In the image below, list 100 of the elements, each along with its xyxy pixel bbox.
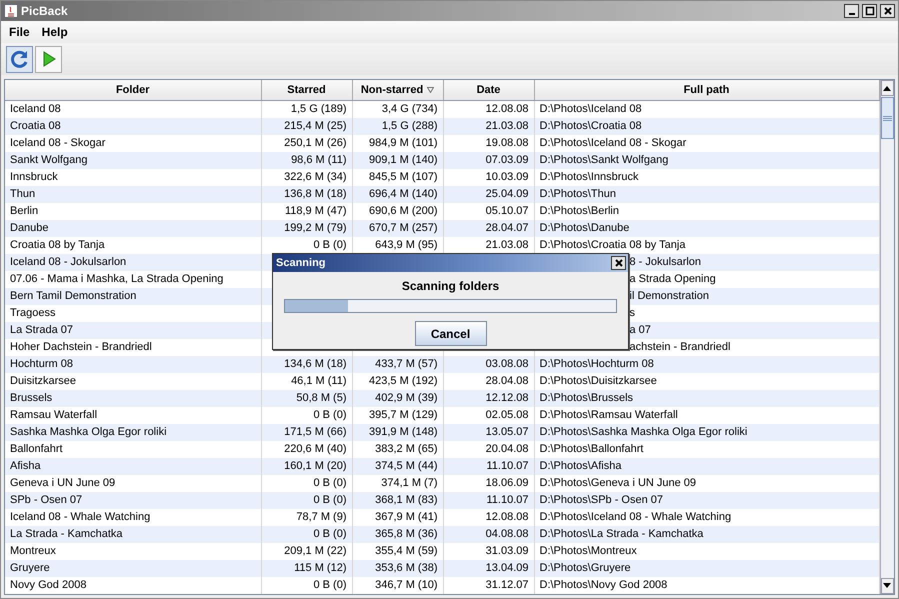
column-header[interactable]: Date	[443, 80, 534, 100]
non-starred-size: 423,5 M (192)	[369, 374, 438, 387]
path-text: D:\Photos\Croatia 08	[540, 120, 642, 132]
starred-size: 0 B (0)	[313, 408, 346, 421]
path-text: D:\Photos\La Strada - Kamchatka	[540, 528, 704, 540]
starred-size: 250,1 M (26)	[284, 136, 346, 149]
minimize-button[interactable]	[844, 4, 859, 18]
date-text: 12.08.08	[486, 510, 528, 523]
path-text: D:\Photos\Montreux	[540, 544, 637, 557]
folder-name: Danube	[10, 222, 49, 234]
date-text: 28.04.07	[486, 222, 528, 234]
close-button[interactable]	[880, 4, 895, 18]
non-starred-size: 355,4 M (59)	[375, 544, 438, 557]
starred-size: 209,1 M (22)	[284, 544, 346, 557]
scroll-thumb[interactable]	[880, 97, 894, 140]
close-icon	[882, 6, 892, 16]
non-starred-size: 395,7 M (129)	[369, 408, 438, 421]
starred-size: 199,2 M (79)	[284, 222, 346, 234]
column-header[interactable]: Starred	[261, 80, 352, 100]
date-text: 07.03.09	[486, 154, 528, 166]
column-header[interactable]: Full path	[534, 80, 879, 100]
folder-name: Croatia 08	[10, 120, 61, 132]
path-text: D:\Photos\Novy God 2008	[540, 578, 668, 591]
path-text: 8 - Jokulsarlon	[630, 256, 702, 268]
starred-size: 46,1 M (11)	[291, 374, 346, 387]
non-starred-size: 909,1 M (140)	[369, 154, 438, 166]
dialog-message: Scanning folders	[400, 279, 500, 294]
non-starred-size: 367,9 M (41)	[375, 510, 438, 523]
path-text: D:\Photos\Geneva i UN June 09	[540, 476, 696, 489]
folder-name: Novy God 2008	[10, 578, 86, 591]
folder-name: La Strada - Kamchatka	[10, 528, 123, 540]
starred-size: 171,5 M (66)	[284, 426, 346, 438]
folder-name: Iceland 08 - Skogar	[10, 136, 106, 149]
non-starred-size: 433,7 M (57)	[375, 358, 438, 370]
starred-size: 220,6 M (40)	[284, 442, 346, 455]
path-text: D:\Photos\Danube	[540, 222, 630, 234]
scroll-down-button[interactable]	[880, 578, 894, 594]
path-text: D:\Photos\Iceland 08 - Whale Watching	[540, 510, 732, 523]
folder-name: La Strada 07	[10, 324, 73, 336]
starred-size: 136,8 M (18)	[284, 188, 346, 200]
path-text: s	[630, 306, 635, 319]
folder-name: 07.06 - Mama i Mashka, La Strada Opening	[10, 272, 224, 285]
non-starred-size: 346,7 M (10)	[375, 578, 438, 591]
folder-name: Iceland 08	[10, 102, 61, 115]
date-text: 18.06.09	[486, 476, 528, 489]
non-starred-size: 670,7 M (257)	[369, 222, 438, 234]
menu-item[interactable]: File	[5, 22, 34, 41]
path-text: D:\Photos\Ramsau Waterfall	[540, 408, 678, 421]
path-text: il Demonstration	[630, 290, 709, 302]
path-text: a 07	[630, 324, 651, 336]
starred-size: 78,7 M (9)	[296, 510, 346, 523]
path-text: D:\Photos\Gruyere	[540, 562, 631, 574]
folder-name: Iceland 08 - Whale Watching	[10, 510, 150, 523]
non-starred-size: 845,5 M (107)	[369, 170, 438, 183]
date-text: 11.10.07	[486, 460, 528, 472]
date-text: 03.08.08	[486, 358, 528, 370]
scroll-up-button[interactable]	[880, 80, 894, 96]
down-arrow-icon	[883, 583, 892, 588]
date-text: 13.05.07	[486, 426, 528, 438]
folder-name: Duisitzkarsee	[10, 374, 76, 387]
starred-size: 115 M (12)	[294, 562, 346, 574]
maximize-button[interactable]	[862, 4, 877, 18]
dialog-title: Scanning	[276, 256, 326, 271]
folder-name: Hochturm 08	[10, 358, 73, 370]
folder-name: Brussels	[10, 392, 52, 404]
non-starred-size: 3,4 G (734)	[382, 102, 438, 115]
column-header[interactable]: Folder	[5, 80, 261, 100]
folder-name: Bern Tamil Demonstration	[10, 290, 136, 302]
path-text: D:\Photos\Brussels	[540, 392, 634, 404]
non-starred-size: 1,5 G (288)	[382, 120, 438, 132]
minimize-icon	[848, 13, 854, 16]
column-header[interactable]: Non-starred	[352, 80, 443, 100]
starred-size: 0 B (0)	[313, 578, 346, 591]
path-text: D:\Photos\Afisha	[540, 460, 622, 472]
path-text: D:\Photos\SPb - Osen 07	[540, 494, 664, 506]
non-starred-size: 353,6 M (38)	[375, 562, 438, 574]
date-text: 10.03.09	[486, 170, 528, 183]
path-text: D:\Photos\Thun	[540, 188, 616, 200]
window-title: PicBack	[21, 3, 68, 20]
date-text: 21.03.08	[486, 238, 528, 251]
date-text: 04.08.08	[486, 528, 528, 540]
starred-size: 0 B (0)	[313, 238, 346, 251]
date-text: 02.05.08	[486, 408, 528, 421]
date-text: 05.10.07	[486, 204, 528, 217]
toolbar-button[interactable]	[6, 46, 33, 73]
non-starred-size: 402,9 M (39)	[375, 392, 438, 404]
date-text: 31.12.07	[486, 578, 528, 591]
starred-size: 1,5 G (189)	[290, 102, 346, 115]
app-icon	[4, 4, 18, 18]
folder-name: Iceland 08 - Jokulsarlon	[10, 256, 126, 268]
scrollbar[interactable]	[880, 80, 894, 594]
close-button[interactable]	[611, 256, 626, 270]
menu-item[interactable]: Help	[38, 22, 72, 41]
path-text: D:\Photos\Croatia 08 by Tanja	[540, 238, 686, 251]
path-text: D:\Photos\Iceland 08 - Skogar	[540, 136, 686, 149]
cancel-button[interactable]: Cancel	[414, 321, 486, 346]
toolbar-button[interactable]	[35, 46, 62, 73]
date-text: 25.04.09	[486, 188, 528, 200]
path-text: D:\Photos\Iceland 08	[540, 102, 642, 115]
folder-name: Hoher Dachstein - Brandriedl	[10, 340, 152, 353]
